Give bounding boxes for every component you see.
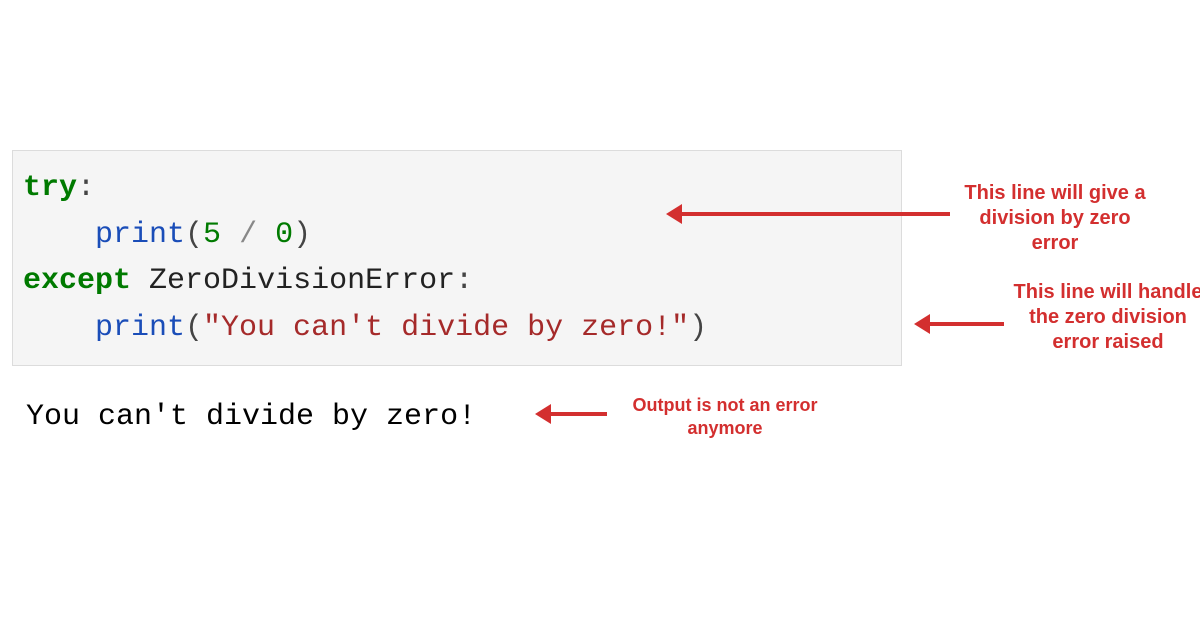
annotation-handle-error: This line will handle the zero division … [1013,280,1200,355]
paren-open: ( [185,218,203,252]
colon: : [77,171,95,205]
annotation-output: Output is not an error anymore [615,394,835,439]
paren-close: ) [293,218,311,252]
paren-close: ) [689,311,707,345]
keyword-except: except [23,264,131,298]
string-literal: "You can't divide by zero!" [203,311,689,345]
keyword-try: try [23,171,77,205]
arrow-icon [928,322,1004,326]
paren-open: ( [185,311,203,345]
operator-divide: / [221,218,275,252]
space [131,264,149,298]
arrow-icon [680,212,950,216]
output-text: You can't divide by zero! [26,395,476,440]
exception-class: ZeroDivisionError [149,264,455,298]
function-print: print [95,218,185,252]
code-block: try: print(5 / 0) except ZeroDivisionErr… [12,150,902,366]
colon: : [455,264,473,298]
literal-5: 5 [203,218,221,252]
arrow-icon [549,412,607,416]
annotation-division-error: This line will give a division by zero e… [960,181,1150,256]
function-print: print [95,311,185,345]
literal-0: 0 [275,218,293,252]
